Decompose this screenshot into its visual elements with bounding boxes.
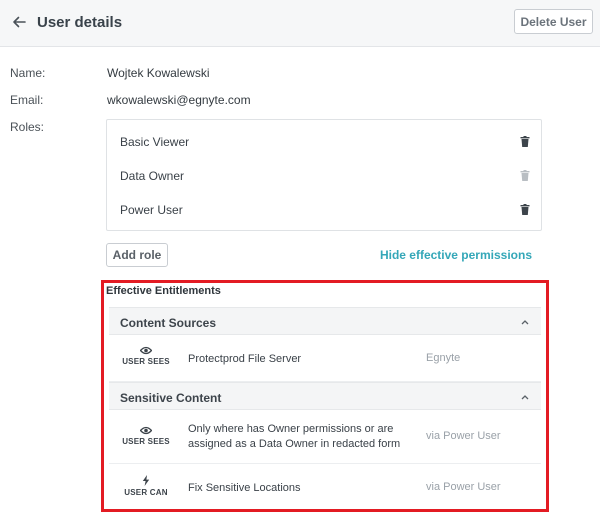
entitlements-title: Effective Entitlements: [106, 285, 221, 297]
section-label: Sensitive Content: [120, 391, 222, 405]
add-role-button[interactable]: Add role: [106, 243, 168, 267]
role-item: Basic Viewer: [107, 124, 541, 158]
section-label: Content Sources: [120, 316, 217, 330]
chevron-up-icon[interactable]: [521, 394, 529, 400]
email-label: Email:: [10, 93, 44, 107]
trash-disabled-icon: [520, 170, 530, 181]
name-value: Wojtek Kowalewski: [107, 66, 210, 80]
entitlement-type: USER SEES: [109, 426, 183, 446]
entitlement-description: Fix Sensitive Locations: [188, 482, 301, 494]
delete-user-button[interactable]: Delete User: [514, 9, 593, 34]
back-arrow-icon[interactable]: [10, 13, 28, 31]
trash-icon[interactable]: [520, 204, 530, 215]
bolt-icon: [142, 475, 150, 486]
section-header-content-sources[interactable]: Content Sources: [109, 307, 541, 335]
entitlement-type: USER SEES: [109, 346, 183, 366]
entitlement-caption: USER CAN: [124, 488, 168, 497]
entitlement-caption: USER SEES: [122, 357, 170, 366]
role-label: Basic Viewer: [120, 135, 190, 149]
role-item: Power User: [107, 192, 541, 226]
name-label: Name:: [10, 66, 46, 80]
eye-icon: [140, 426, 152, 435]
hide-effective-permissions-link[interactable]: Hide effective permissions: [380, 248, 532, 262]
section-header-sensitive-content[interactable]: Sensitive Content: [109, 382, 541, 410]
eye-icon: [140, 346, 152, 355]
email-value: wkowalewski@egnyte.com: [107, 93, 251, 107]
role-item: Data Owner: [107, 158, 541, 192]
page-title: User details: [37, 14, 123, 31]
entitlement-source: Egnyte: [426, 352, 461, 364]
entitlement-row: USER SEES Only where has Owner permissio…: [109, 410, 541, 464]
chevron-up-icon[interactable]: [521, 319, 529, 325]
entitlement-description: Protectprod File Server: [188, 353, 302, 365]
entitlement-description: Only where has Owner permissions or are …: [188, 423, 401, 450]
entitlement-row: USER SEES Protectprod File Server Egnyte: [109, 335, 541, 382]
entitlement-caption: USER SEES: [122, 437, 170, 446]
roles-label: Roles:: [10, 120, 45, 134]
entitlement-row: USER CAN Fix Sensitive Locations via Pow…: [109, 464, 541, 508]
entitlement-source: via Power User: [426, 430, 501, 442]
entitlement-type: USER CAN: [109, 475, 183, 497]
trash-icon[interactable]: [520, 136, 530, 147]
entitlement-source: via Power User: [426, 481, 501, 493]
roles-list: Basic Viewer Data Owner Power User: [106, 119, 542, 231]
role-label: Power User: [120, 203, 183, 217]
role-label: Data Owner: [120, 169, 185, 183]
page-header: User details Delete User: [0, 0, 600, 47]
